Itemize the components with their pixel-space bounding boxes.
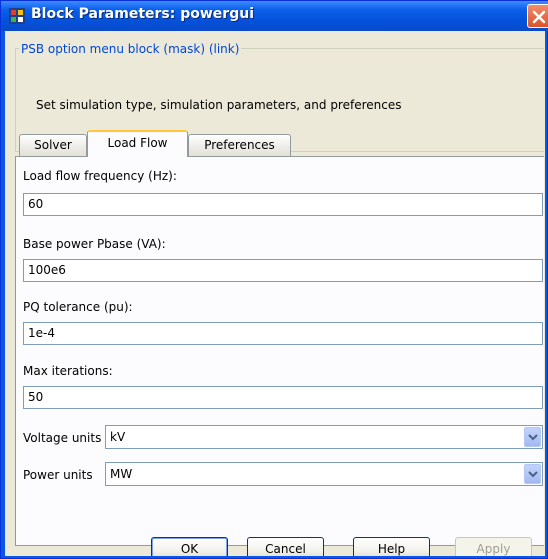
voltage-units-value: kV <box>110 430 126 444</box>
power-units-value: MW <box>110 467 133 481</box>
power-units-label: Power units <box>23 468 93 482</box>
base-power-input[interactable]: 100e6 <box>23 259 543 282</box>
frequency-label: Load flow frequency (Hz): <box>23 169 177 183</box>
power-units-select[interactable]: MW <box>105 462 543 486</box>
simulink-block-icon <box>9 8 25 24</box>
frequency-input[interactable]: 60 <box>23 193 543 216</box>
apply-button: Apply <box>455 537 532 556</box>
title-bar[interactable]: Block Parameters: powergui <box>1 1 548 31</box>
close-button[interactable] <box>527 4 548 28</box>
tab-solver[interactable]: Solver <box>19 134 87 156</box>
voltage-units-select[interactable]: kV <box>105 425 543 449</box>
voltage-units-label: Voltage units <box>23 431 102 445</box>
tab-load-flow[interactable]: Load Flow <box>87 130 188 157</box>
max-iterations-label: Max iterations: <box>23 364 113 378</box>
tab-preferences[interactable]: Preferences <box>188 134 291 156</box>
voltage-units-dropdown-button[interactable] <box>524 427 541 447</box>
base-power-label: Base power Pbase (VA): <box>23 237 166 251</box>
power-units-dropdown-button[interactable] <box>524 464 541 484</box>
dialog-button-row: OK Cancel Help Apply <box>5 537 545 556</box>
dialog-window: Block Parameters: powergui Set simulatio… <box>0 0 548 559</box>
pq-tolerance-label: PQ tolerance (pu): <box>23 300 133 314</box>
mask-description: Set simulation type, simulation paramete… <box>36 98 402 112</box>
cancel-button[interactable]: Cancel <box>247 537 324 556</box>
mask-group-legend: PSB option menu block (mask) (link) <box>19 42 242 56</box>
dialog-client-area: Set simulation type, simulation paramete… <box>5 31 545 556</box>
ok-button[interactable]: OK <box>151 537 228 556</box>
help-button[interactable]: Help <box>353 537 430 556</box>
max-iterations-input[interactable]: 50 <box>23 386 543 409</box>
window-title: Block Parameters: powergui <box>31 6 254 22</box>
pq-tolerance-input[interactable]: 1e-4 <box>23 322 543 345</box>
